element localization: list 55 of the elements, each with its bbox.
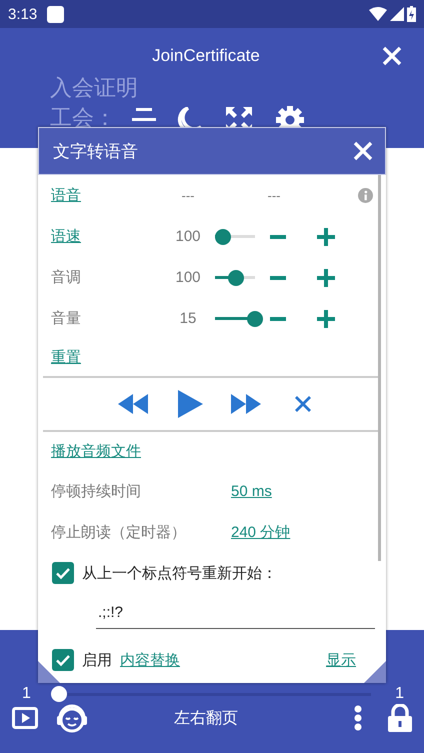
content-replace-link[interactable]: 内容替换 xyxy=(120,650,180,670)
resize-handle-icon[interactable] xyxy=(38,661,60,683)
close-icon[interactable] xyxy=(353,141,373,161)
stop-icon[interactable] xyxy=(295,396,311,412)
slider-reading: 100 xyxy=(175,269,201,286)
setting-label: 停顿持续时间 xyxy=(51,482,141,501)
more-icon[interactable] xyxy=(354,705,362,731)
faded-heading: 入会证明 xyxy=(50,74,138,102)
app-title: JoinCertificate xyxy=(151,46,261,66)
headphones-face-icon[interactable] xyxy=(56,702,88,734)
play-icon[interactable] xyxy=(178,390,203,418)
setting-value-link[interactable]: 240 分钟 xyxy=(231,523,290,542)
checkbox-label: 从上一个标点符号重新开始： xyxy=(82,564,277,582)
checkbox-label: 启用 xyxy=(82,650,112,670)
slider-reading: 15 xyxy=(180,310,196,327)
show-link[interactable]: 显示 xyxy=(326,650,356,670)
reset-link[interactable]: 重置 xyxy=(51,348,81,367)
punctuation-input-field[interactable]: .;:!? xyxy=(96,597,375,629)
fast-forward-icon[interactable] xyxy=(231,394,261,414)
faded-heading: 工会： xyxy=(50,104,116,132)
slider-thumb[interactable] xyxy=(247,310,263,326)
voice-value: --- xyxy=(268,188,280,203)
play-box-icon[interactable] xyxy=(12,707,38,729)
battery-icon xyxy=(407,6,416,22)
close-icon[interactable] xyxy=(382,46,402,66)
dialog-title: 文字转语音 xyxy=(53,140,138,162)
setting-label: 停止朗读（定时器） xyxy=(51,523,186,542)
page-end-number: 1 xyxy=(395,685,404,703)
checkbox[interactable] xyxy=(52,649,74,671)
slider-thumb[interactable] xyxy=(215,228,231,244)
slider-reading: 100 xyxy=(175,228,201,245)
slider-label-link[interactable]: 语速 xyxy=(51,227,81,246)
status-time: 3:13 xyxy=(8,6,38,22)
notification-icon xyxy=(47,6,64,22)
slider-thumb[interactable] xyxy=(50,686,67,702)
plus-icon[interactable] xyxy=(317,228,335,246)
slider-label: 音调 xyxy=(51,268,81,287)
page-mode-label[interactable]: 左右翻页 xyxy=(88,708,354,728)
plus-icon[interactable] xyxy=(317,268,335,286)
info-icon[interactable] xyxy=(358,188,373,203)
voice-value: --- xyxy=(182,188,194,203)
slider-label: 音量 xyxy=(51,309,81,328)
scrollbar[interactable] xyxy=(378,175,381,561)
setting-value-link[interactable]: 50 ms xyxy=(231,483,272,500)
play-audio-file-link[interactable]: 播放音频文件 xyxy=(51,442,141,461)
resize-handle-icon[interactable] xyxy=(364,661,386,683)
signal-icon xyxy=(390,7,404,21)
plus-icon[interactable] xyxy=(317,310,335,328)
lock-icon[interactable] xyxy=(388,704,412,732)
wifi-icon xyxy=(369,7,387,21)
checkbox[interactable] xyxy=(52,562,74,584)
page-start-number: 1 xyxy=(22,685,31,703)
voice-link[interactable]: 语音 xyxy=(51,186,81,205)
rewind-icon[interactable] xyxy=(118,394,148,414)
slider-thumb[interactable] xyxy=(228,270,244,286)
